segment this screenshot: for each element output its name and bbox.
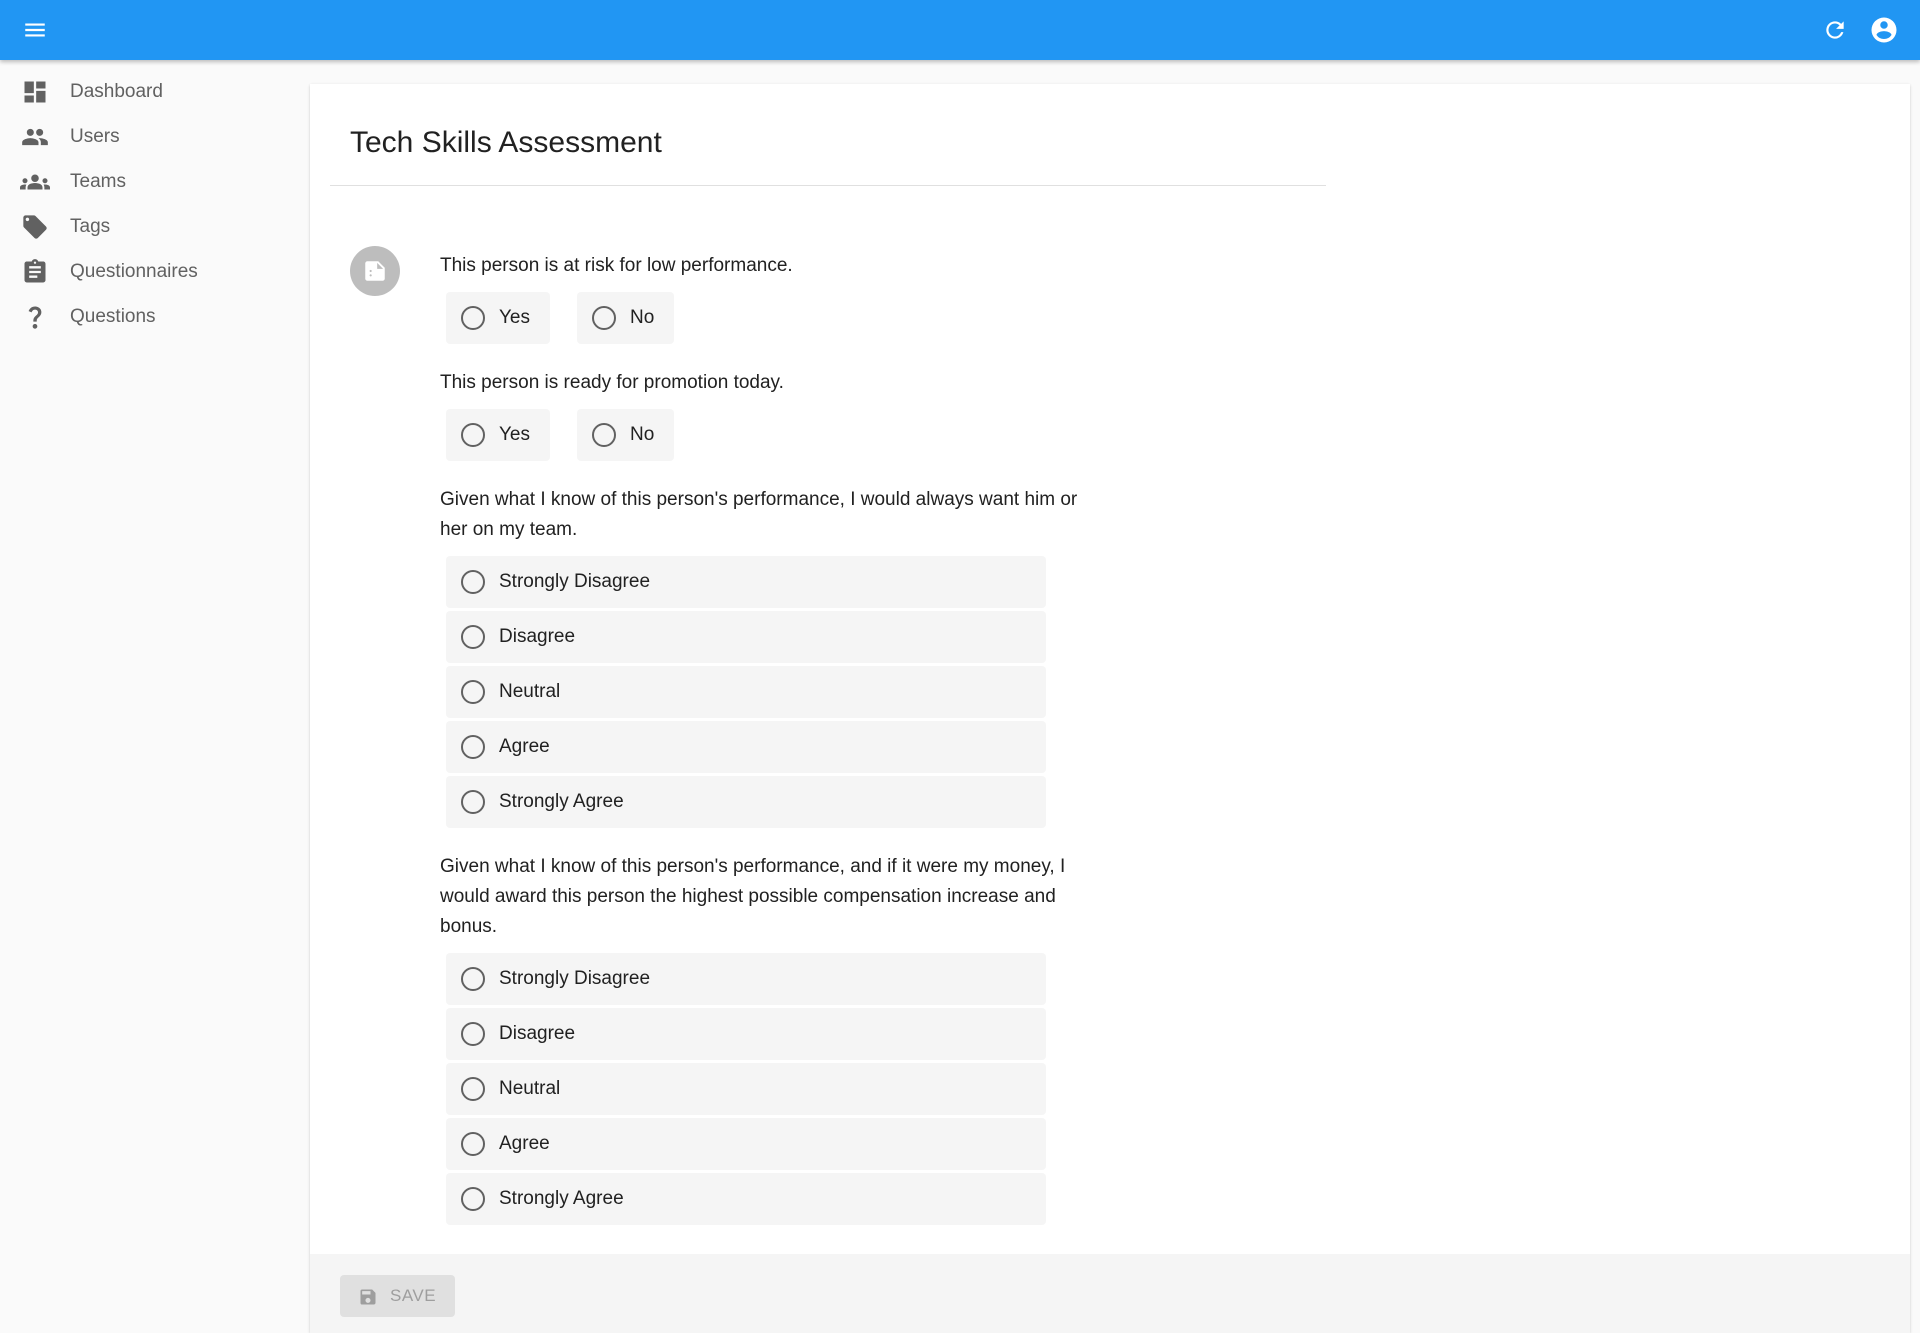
menu-icon[interactable] — [17, 12, 53, 48]
clipboard-icon — [20, 257, 50, 287]
option-label: No — [630, 424, 655, 445]
option-label: Neutral — [499, 1078, 561, 1099]
sidebar-item-users[interactable]: Users — [0, 114, 308, 159]
sidebar: Dashboard Users Teams Tags Questionnaire… — [0, 60, 308, 1333]
option-neutral[interactable]: Neutral — [446, 1063, 1046, 1115]
sidebar-item-teams[interactable]: Teams — [0, 159, 308, 204]
option-label: Strongly Agree — [499, 1188, 624, 1209]
sidebar-item-tags[interactable]: Tags — [0, 204, 308, 249]
option-strongly-agree[interactable]: Strongly Agree — [446, 776, 1046, 828]
radio-icon[interactable] — [461, 306, 485, 330]
option-label: No — [630, 307, 655, 328]
questionnaire-card: Tech Skills Assessment This person is at… — [310, 84, 1910, 1333]
option-agree[interactable]: Agree — [446, 1118, 1046, 1170]
option-label: Yes — [499, 424, 530, 445]
option-label: Disagree — [499, 626, 576, 647]
sidebar-item-label: Questionnaires — [70, 260, 198, 282]
app-bar — [0, 0, 1920, 60]
question-mark-icon — [20, 302, 50, 332]
option-no[interactable]: No — [577, 409, 674, 461]
option-no[interactable]: No — [577, 292, 674, 344]
option-agree[interactable]: Agree — [446, 721, 1046, 773]
note-icon — [350, 246, 400, 296]
tag-icon — [20, 212, 50, 242]
sidebar-item-questionnaires[interactable]: Questionnaires — [0, 249, 308, 294]
option-disagree[interactable]: Disagree — [446, 1008, 1046, 1060]
radio-icon[interactable] — [461, 1132, 485, 1156]
users-icon — [20, 122, 50, 152]
radio-icon[interactable] — [461, 735, 485, 759]
page-title: Tech Skills Assessment — [350, 126, 662, 159]
sidebar-item-label: Tags — [70, 215, 111, 237]
option-disagree[interactable]: Disagree — [446, 611, 1046, 663]
radio-icon[interactable] — [461, 967, 485, 991]
question-text: Given what I know of this person's perfo… — [440, 856, 1066, 937]
option-label: Agree — [499, 736, 550, 757]
option-label: Neutral — [499, 681, 561, 702]
option-yes[interactable]: Yes — [446, 409, 550, 461]
save-button[interactable]: SAVE — [340, 1275, 455, 1317]
option-label: Strongly Disagree — [499, 571, 651, 592]
option-yes[interactable]: Yes — [446, 292, 550, 344]
option-label: Strongly Agree — [499, 791, 624, 812]
sidebar-item-label: Users — [70, 125, 120, 147]
option-label: Agree — [499, 1133, 550, 1154]
sidebar-item-label: Questions — [70, 305, 156, 327]
radio-icon[interactable] — [461, 423, 485, 447]
floppy-disk-icon — [358, 1287, 378, 1307]
account-circle-icon[interactable] — [1866, 12, 1902, 48]
form-footer: SAVE — [310, 1254, 1910, 1333]
option-strongly-disagree[interactable]: Strongly Disagree — [446, 953, 1046, 1005]
option-strongly-disagree[interactable]: Strongly Disagree — [446, 556, 1046, 608]
teams-icon — [20, 167, 50, 197]
sidebar-item-questions[interactable]: Questions — [0, 294, 308, 339]
sidebar-item-dashboard[interactable]: Dashboard — [0, 69, 308, 114]
radio-icon[interactable] — [461, 790, 485, 814]
sidebar-item-label: Teams — [70, 170, 126, 192]
refresh-icon[interactable] — [1817, 12, 1853, 48]
radio-icon[interactable] — [461, 625, 485, 649]
sidebar-item-label: Dashboard — [70, 80, 163, 102]
option-strongly-agree[interactable]: Strongly Agree — [446, 1173, 1046, 1225]
question-text: This person is ready for promotion today… — [440, 372, 784, 393]
option-label: Strongly Disagree — [499, 968, 651, 989]
radio-icon[interactable] — [592, 423, 616, 447]
radio-icon[interactable] — [461, 1022, 485, 1046]
dashboard-icon — [20, 77, 50, 107]
radio-icon[interactable] — [461, 1077, 485, 1101]
radio-icon[interactable] — [461, 570, 485, 594]
option-label: Yes — [499, 307, 530, 328]
radio-icon[interactable] — [461, 680, 485, 704]
title-divider — [330, 185, 1326, 186]
option-label: Disagree — [499, 1023, 576, 1044]
question-text: Given what I know of this person's perfo… — [440, 489, 1078, 540]
question-text: This person is at risk for low performan… — [440, 255, 793, 276]
option-neutral[interactable]: Neutral — [446, 666, 1046, 718]
save-button-label: SAVE — [390, 1286, 437, 1305]
radio-icon[interactable] — [592, 306, 616, 330]
radio-icon[interactable] — [461, 1187, 485, 1211]
